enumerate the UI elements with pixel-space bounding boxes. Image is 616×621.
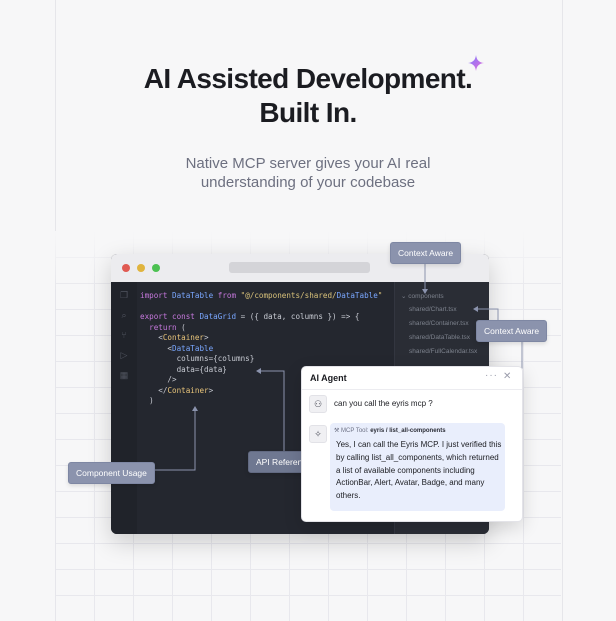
files-icon[interactable]: ❐ bbox=[119, 290, 129, 300]
context-aware-callout: Context Aware bbox=[476, 320, 548, 342]
run-icon[interactable]: ▷ bbox=[119, 350, 129, 360]
hero-title: AI Assisted Development. Built In. bbox=[0, 62, 616, 130]
code-line: columns={columns} bbox=[140, 354, 255, 363]
more-icon[interactable]: ··· bbox=[485, 370, 498, 381]
close-icon[interactable]: ✕ bbox=[503, 371, 511, 382]
hero-title-line1: AI Assisted Development. bbox=[143, 63, 473, 94]
ai-sparkle-icon: ✧ bbox=[309, 425, 327, 443]
context-aware-callout: Context Aware bbox=[390, 242, 462, 264]
ai-agent-title: AI Agent bbox=[310, 373, 347, 383]
source-control-icon[interactable]: ⑂ bbox=[119, 330, 129, 340]
sparkle-icon bbox=[468, 55, 484, 71]
agent-reply-text: Yes, I can call the Eyris MCP. I just ve… bbox=[336, 440, 502, 501]
code-line: <Container> bbox=[140, 333, 209, 342]
activity-bar: ❐ ⌕ ⑂ ▷ ▦ bbox=[111, 282, 137, 534]
extensions-icon[interactable]: ▦ bbox=[119, 370, 129, 380]
minimize-window-dot[interactable] bbox=[137, 264, 145, 272]
hero-subtitle: Native MCP server gives your AI real und… bbox=[185, 155, 431, 191]
agent-reply-bubble: ⚒ MCP Tool: eyris / list_all-components … bbox=[330, 423, 505, 511]
code-line: return ( bbox=[149, 322, 186, 332]
search-icon[interactable]: ⌕ bbox=[119, 310, 129, 320]
maximize-window-dot[interactable] bbox=[152, 264, 160, 272]
file-item[interactable]: shared/Container.tsx bbox=[409, 320, 469, 327]
file-item[interactable]: shared/FullCalendar.tsx bbox=[409, 348, 477, 355]
folder-item[interactable]: ⌄ components bbox=[401, 292, 444, 300]
mcp-tool-line: ⚒ MCP Tool: eyris / list_all-components bbox=[334, 428, 446, 434]
user-message: can you call the eyris mcp ? bbox=[334, 399, 433, 408]
ai-agent-panel: AI Agent ··· ✕ ⚇ can you call the eyris … bbox=[301, 366, 523, 522]
component-usage-callout: Component Usage bbox=[68, 462, 155, 484]
file-item[interactable]: shared/DataTable.tsx bbox=[409, 334, 470, 341]
user-icon: ⚇ bbox=[309, 395, 327, 413]
code-line: <DataTable bbox=[140, 343, 214, 353]
hero-title-line2: Built In. bbox=[259, 97, 357, 128]
ai-agent-header: AI Agent ··· ✕ bbox=[302, 367, 522, 390]
code-line: import DataTable from "@/components/shar… bbox=[140, 291, 383, 300]
code-line: export const DataGrid = ({ data, columns… bbox=[140, 312, 360, 321]
address-bar[interactable] bbox=[229, 262, 370, 273]
close-window-dot[interactable] bbox=[122, 264, 130, 272]
file-item[interactable]: shared/Chart.tsx bbox=[409, 306, 457, 313]
